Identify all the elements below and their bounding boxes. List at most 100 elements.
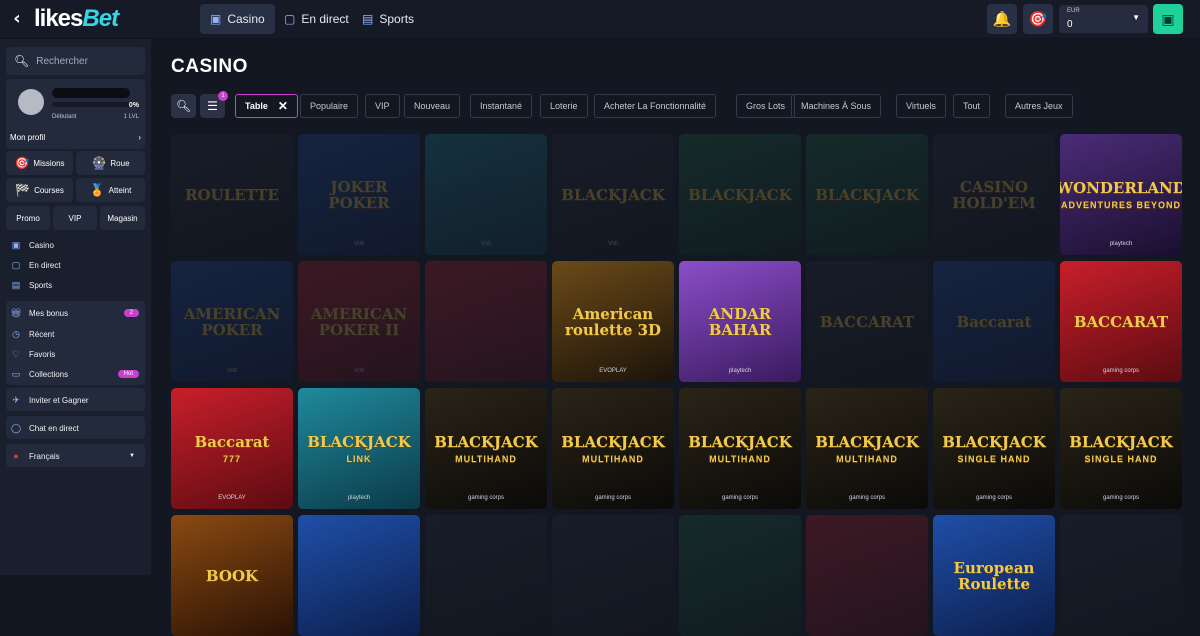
sidebar-item-collections[interactable]: ▭ Collections Hot xyxy=(6,365,145,383)
balance-selector[interactable]: EUR 0 ▼ xyxy=(1059,5,1148,33)
game-title: BLACKJACK xyxy=(561,432,665,451)
game-card[interactable] xyxy=(425,515,547,636)
game-card[interactable]: American roulette 3D EVOPLAY xyxy=(552,261,674,382)
game-card[interactable]: ANDAR BAHAR playtech xyxy=(679,261,801,382)
sidebar-item-recent[interactable]: ◷ Récent xyxy=(6,325,145,343)
game-title: BLACKJACK xyxy=(434,432,538,451)
sidebar-item-chat[interactable]: ◯ Chat en direct xyxy=(6,419,145,437)
notifications-button[interactable]: 🔔 xyxy=(987,4,1017,34)
level-progress-text: 0% xyxy=(128,102,139,109)
game-title: BLACKJACK xyxy=(815,432,919,451)
vip-tile[interactable]: VIP xyxy=(53,206,97,230)
chevron-right-icon: › xyxy=(138,133,141,142)
search-icon: 🔍︎ xyxy=(14,54,30,68)
game-card[interactable]: BLACKJACK Volt xyxy=(552,134,674,255)
sidebar: 🔍︎ Rechercher 0% Débutant 1 LVL Mon prof… xyxy=(0,39,151,575)
promo-tile[interactable]: Promo xyxy=(6,206,50,230)
chip-virtuels[interactable]: Virtuels xyxy=(896,94,946,118)
back-arrow-icon[interactable]: ‹ xyxy=(7,8,27,30)
wheel-tile[interactable]: 🎡 Roue xyxy=(76,151,145,175)
active-filter-chip[interactable]: Table ✕ xyxy=(235,94,298,118)
achievements-tile[interactable]: 🏅 Atteint xyxy=(76,178,145,202)
game-title: ANDAR BAHAR xyxy=(708,304,772,339)
rewards-button[interactable]: 🎯 xyxy=(1023,4,1053,34)
game-title: AMERICAN POKER II xyxy=(310,304,408,339)
game-card[interactable] xyxy=(1060,515,1182,636)
sidebar-item-live[interactable]: ▢ En direct xyxy=(6,256,145,274)
close-icon[interactable]: ✕ xyxy=(278,99,288,113)
game-card[interactable]: BLACKJACK SINGLE HAND gaming corps xyxy=(933,388,1055,509)
game-card[interactable] xyxy=(425,261,547,382)
game-card[interactable] xyxy=(298,515,420,636)
game-card[interactable]: Baccarat xyxy=(933,261,1055,382)
races-tile[interactable]: 🏁 Courses xyxy=(6,178,73,202)
filter-count-badge: 1 xyxy=(218,91,228,101)
game-provider: playtech xyxy=(347,495,371,501)
language-selector[interactable]: ● Français ▼ xyxy=(6,447,145,465)
game-card[interactable] xyxy=(679,515,801,636)
game-subtitle: ADVENTURES BEYOND xyxy=(1060,199,1181,210)
main-content: CASINO 🔍︎ ☰ 1 Table ✕ Populaire VIP Nouvea… xyxy=(151,39,1200,636)
game-card[interactable]: ROULETTE xyxy=(171,134,293,255)
chip-nouveau[interactable]: Nouveau xyxy=(404,94,461,118)
nav-sports[interactable]: ▤ Sports xyxy=(352,4,424,34)
game-card[interactable]: JOKER POKER Volt xyxy=(298,134,420,255)
chip-machines-à-sous[interactable]: Machines À Sous xyxy=(791,94,882,118)
chip-autres-jeux[interactable]: Autres Jeux xyxy=(1005,94,1073,118)
game-card[interactable]: BLACKJACK MULTIHAND gaming corps xyxy=(806,388,928,509)
sidebar-item-invite[interactable]: ✈︎ Inviter et Gagner xyxy=(6,391,145,409)
collections-icon: ▭ xyxy=(11,368,21,379)
chip-tout[interactable]: Tout xyxy=(953,94,991,118)
chip-vip[interactable]: VIP xyxy=(365,94,400,118)
game-card[interactable]: Baccarat 777 EVOPLAY xyxy=(171,388,293,509)
game-card[interactable]: WONDERLAND ADVENTURES BEYOND playtech xyxy=(1060,134,1182,255)
game-title: BACCARAT xyxy=(819,312,915,331)
game-title: BLACKJACK xyxy=(307,432,411,451)
nav-live[interactable]: ▢ En direct xyxy=(274,4,359,34)
game-card[interactable]: BLACKJACK SINGLE HAND gaming corps xyxy=(1060,388,1182,509)
game-provider: gaming corps xyxy=(467,495,505,501)
nav-casino[interactable]: ▣ Casino xyxy=(200,4,275,34)
site-logo[interactable]: likesBet xyxy=(34,5,119,33)
wallet-button[interactable]: ▣ xyxy=(1153,4,1183,34)
profile-menu-link[interactable]: Mon profil › xyxy=(10,133,141,142)
game-title: Baccarat xyxy=(956,312,1032,331)
game-card[interactable]: BACCARAT gaming corps xyxy=(1060,261,1182,382)
game-card[interactable]: BLACKJACK LINK playtech xyxy=(298,388,420,509)
sidebar-item-sports[interactable]: ▤ Sports xyxy=(6,276,145,294)
missions-tile[interactable]: 🎯 Missions xyxy=(6,151,73,175)
chip-instantané[interactable]: Instantané xyxy=(470,94,533,118)
target-icon: 🎯 xyxy=(1028,11,1048,28)
game-provider: playtech xyxy=(1109,241,1133,247)
profile-card[interactable]: 0% Débutant 1 LVL Mon profil › xyxy=(6,79,145,149)
game-card[interactable]: BLACKJACK xyxy=(806,134,928,255)
game-card[interactable] xyxy=(552,515,674,636)
game-card[interactable]: AMERICAN POKER II Volt xyxy=(298,261,420,382)
game-card[interactable]: BOOK xyxy=(171,515,293,636)
game-title: BLACKJACK xyxy=(1069,432,1173,451)
sidebar-item-casino[interactable]: ▣ Casino xyxy=(6,236,145,254)
game-card[interactable]: BLACKJACK MULTIHAND gaming corps xyxy=(425,388,547,509)
game-card[interactable]: BLACKJACK MULTIHAND gaming corps xyxy=(679,388,801,509)
search-input[interactable]: 🔍︎ Rechercher xyxy=(6,47,145,75)
game-card[interactable]: CASINO HOLD'EM xyxy=(933,134,1055,255)
game-card[interactable]: Volt xyxy=(425,134,547,255)
game-card[interactable] xyxy=(806,515,928,636)
game-title: BLACKJACK xyxy=(688,432,792,451)
shop-tile[interactable]: Magasin xyxy=(100,206,145,230)
game-provider: gaming corps xyxy=(848,495,886,501)
game-title: BLACKJACK xyxy=(688,185,792,204)
game-card[interactable]: AMERICAN POKER Volt xyxy=(171,261,293,382)
game-card[interactable]: European Roulette xyxy=(933,515,1055,636)
sidebar-item-bonus[interactable]: 🎁︎ Mes bonus 2 xyxy=(6,304,145,322)
search-button[interactable]: 🔍︎ xyxy=(171,94,196,118)
chip-loterie[interactable]: Loterie xyxy=(540,94,588,118)
chip-acheter-la-fonctionnalité[interactable]: Acheter La Fonctionnalité xyxy=(594,94,717,118)
game-card[interactable]: BLACKJACK MULTIHAND gaming corps xyxy=(552,388,674,509)
game-title: ROULETTE xyxy=(185,185,279,204)
game-card[interactable]: BACCARAT xyxy=(806,261,928,382)
game-card[interactable]: BLACKJACK xyxy=(679,134,801,255)
chip-populaire[interactable]: Populaire xyxy=(300,94,359,118)
chip-gros-lots[interactable]: Gros Lots xyxy=(736,94,796,118)
sidebar-item-favorites[interactable]: ♡ Favoris xyxy=(6,345,145,363)
